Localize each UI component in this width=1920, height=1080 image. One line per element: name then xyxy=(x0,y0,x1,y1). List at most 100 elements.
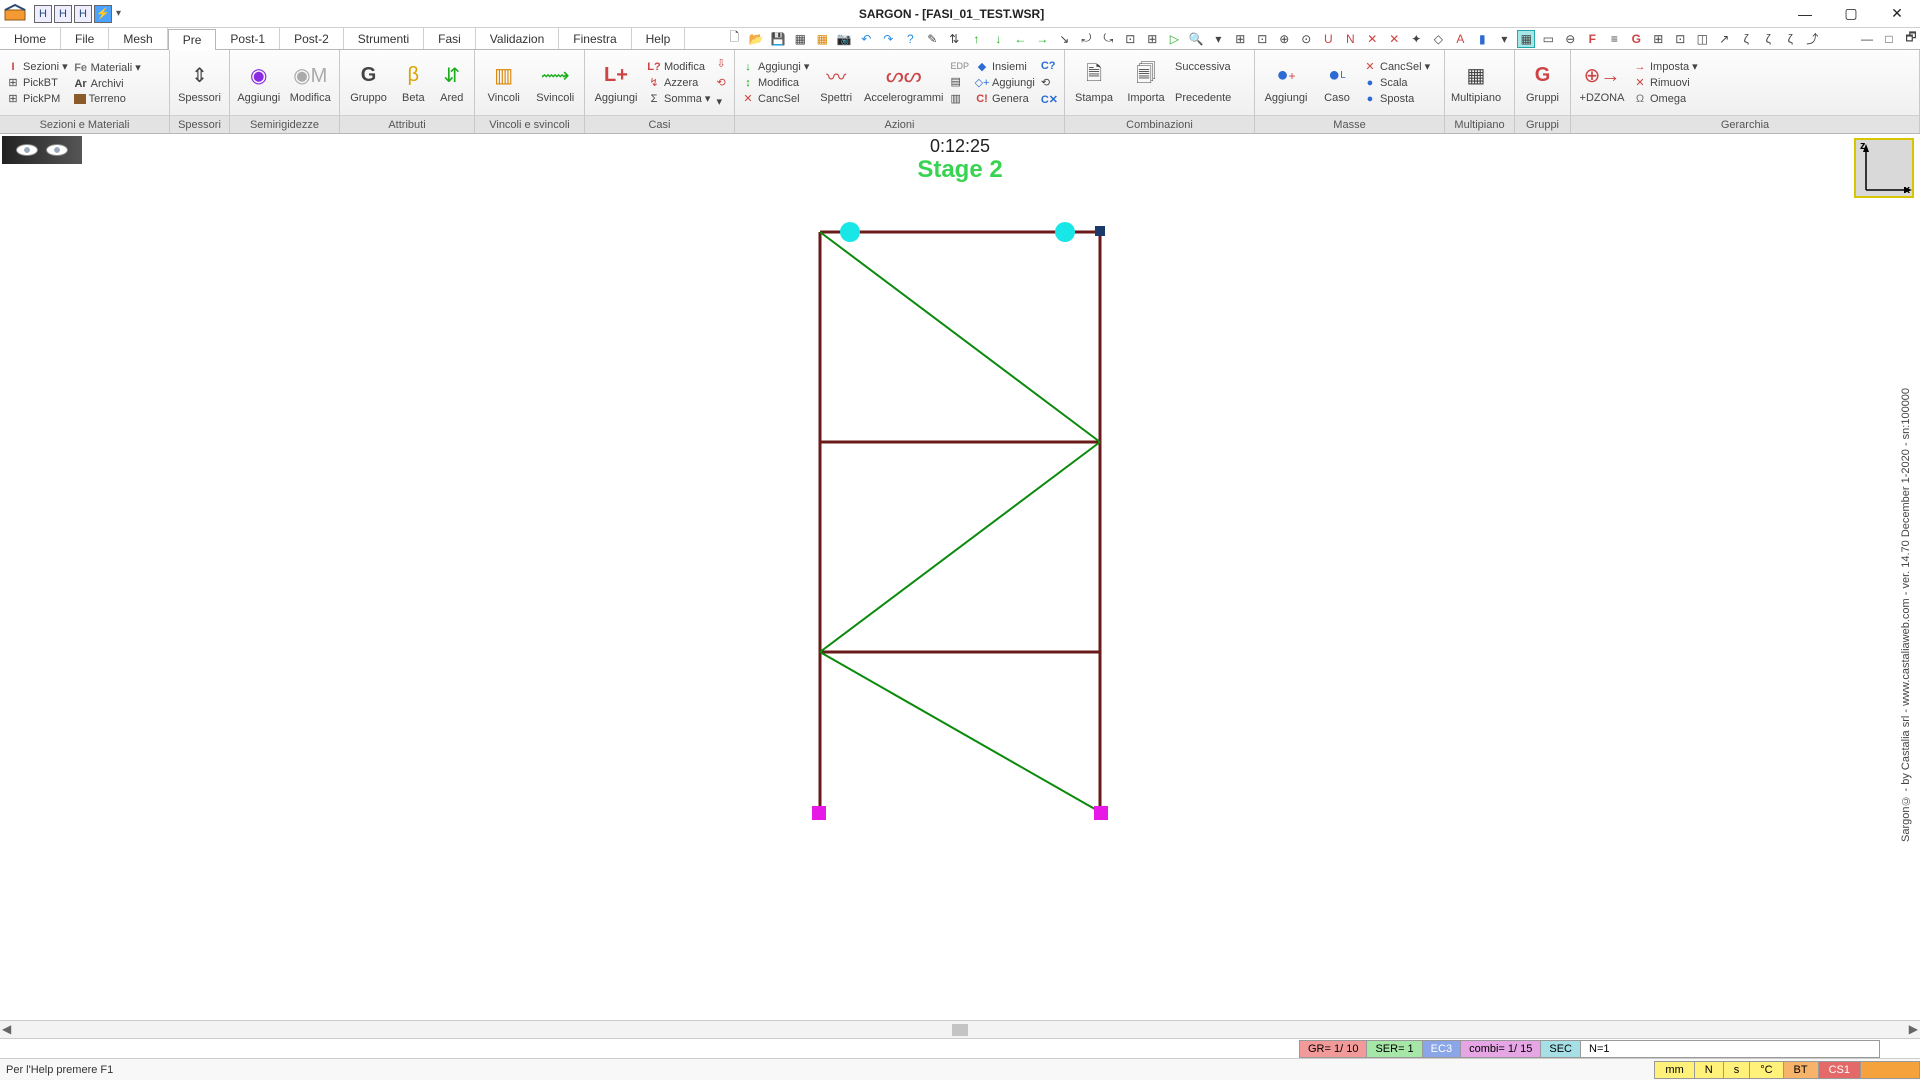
unit-s[interactable]: s xyxy=(1723,1061,1751,1079)
tb-down-icon[interactable]: ↓ xyxy=(989,30,1007,48)
accelerogrammi-button[interactable]: ᔕᔕAccelerogrammi xyxy=(863,52,944,113)
masse-caso-button[interactable]: ●LCaso xyxy=(1317,52,1357,113)
tb-diamond-icon[interactable]: ◇ xyxy=(1429,30,1447,48)
tb-n-icon[interactable]: N xyxy=(1341,30,1359,48)
casi-modifica-button[interactable]: L?Modifica xyxy=(647,60,710,74)
maximize-button[interactable]: ▢ xyxy=(1828,0,1874,28)
casi-extra3-icon[interactable]: ▾ xyxy=(716,95,725,108)
tb-curve-icon[interactable]: ⤴ xyxy=(1803,30,1821,48)
tb-z1-icon[interactable]: ζ xyxy=(1737,30,1755,48)
mdi-restore-icon[interactable]: □ xyxy=(1880,30,1898,48)
tb-rotcw-icon[interactable]: ⤿ xyxy=(1099,30,1117,48)
unit-n[interactable]: N xyxy=(1694,1061,1724,1079)
tb-z3-icon[interactable]: ζ xyxy=(1781,30,1799,48)
qat-btn-1[interactable]: H xyxy=(34,5,52,23)
tab-post2[interactable]: Post-2 xyxy=(280,28,344,49)
dzona-button[interactable]: ⊕→+DZONA xyxy=(1577,52,1627,113)
close-button[interactable]: ✕ xyxy=(1874,0,1920,28)
genera-button[interactable]: C!Genera xyxy=(975,92,1035,106)
casi-extra1-icon[interactable]: ⇩ xyxy=(716,57,725,70)
scroll-right-icon[interactable]: ▶ xyxy=(1909,1022,1918,1036)
tb-play-icon[interactable]: ▷ xyxy=(1165,30,1183,48)
tab-strumenti[interactable]: Strumenti xyxy=(344,28,424,49)
tb-star-icon[interactable]: ✦ xyxy=(1407,30,1425,48)
scroll-thumb[interactable] xyxy=(952,1024,968,1036)
importa-button[interactable]: 🗐Importa xyxy=(1123,52,1169,113)
tb-zoom-icon[interactable]: 🔍 xyxy=(1187,30,1205,48)
tb-undo-icon[interactable]: ↶ xyxy=(857,30,875,48)
tb-save-icon[interactable]: 💾 xyxy=(769,30,787,48)
tb-z2-icon[interactable]: ζ xyxy=(1759,30,1777,48)
gruppo-button[interactable]: GGruppo xyxy=(346,52,391,113)
cq-icon[interactable]: C? xyxy=(1041,60,1058,72)
tb-grid3-icon[interactable]: ⊞ xyxy=(1649,30,1667,48)
tb-grid1-icon[interactable]: ▦ xyxy=(791,30,809,48)
unit-c[interactable]: °C xyxy=(1749,1061,1783,1079)
tb-grid4-icon[interactable]: ⊡ xyxy=(1671,30,1689,48)
masse-aggiungi-button[interactable]: ●+Aggiungi xyxy=(1261,52,1311,113)
tab-validazione[interactable]: Validazion xyxy=(476,28,559,49)
minimize-button[interactable]: — xyxy=(1782,0,1828,28)
canvas-area[interactable]: 0:12:25 Stage 2 z x Sargon© - by Castali… xyxy=(0,134,1920,1020)
tab-post1[interactable]: Post-1 xyxy=(216,28,280,49)
unit-cs1[interactable]: CS1 xyxy=(1818,1061,1861,1079)
imposta-button[interactable]: →Imposta ▾ xyxy=(1633,60,1698,74)
tab-pre[interactable]: Pre xyxy=(168,29,217,50)
tb-g-icon[interactable]: G xyxy=(1627,30,1645,48)
tab-mesh[interactable]: Mesh xyxy=(109,28,167,49)
qat-btn-4[interactable]: ⚡ xyxy=(94,5,112,23)
tb-split-icon[interactable]: ◫ xyxy=(1693,30,1711,48)
tb-zoom-more-icon[interactable]: ▾ xyxy=(1209,30,1227,48)
tb-f-icon[interactable]: F xyxy=(1583,30,1601,48)
tb-more2-icon[interactable]: ▾ xyxy=(1495,30,1513,48)
azioni-modifica-button[interactable]: ↕Modifica xyxy=(741,76,809,90)
tb-rotccw-icon[interactable]: ⤾ xyxy=(1077,30,1095,48)
tb-u-icon[interactable]: U xyxy=(1319,30,1337,48)
insiemi-button[interactable]: ◆Insiemi xyxy=(975,60,1035,74)
tb-redo-icon[interactable]: ↷ xyxy=(879,30,897,48)
materiali-button[interactable]: FeMateriali ▾ xyxy=(74,61,141,75)
tb-pencil-icon[interactable]: ✎ xyxy=(923,30,941,48)
unit-mm[interactable]: mm xyxy=(1654,1061,1694,1079)
tb-updown-icon[interactable]: ⇅ xyxy=(945,30,963,48)
semirig-aggiungi-button[interactable]: ◉Aggiungi xyxy=(236,52,282,113)
horizontal-scrollbar[interactable]: ◀ ▶ xyxy=(0,1020,1920,1038)
azioni-aggiungi2-button[interactable]: ◇+Aggiungi xyxy=(975,76,1035,90)
terreno-button[interactable]: Terreno xyxy=(74,93,141,105)
mdi-min-icon[interactable]: — xyxy=(1858,30,1876,48)
mdi-close-icon[interactable]: 🗗 xyxy=(1902,30,1920,48)
tb-a-icon[interactable]: A xyxy=(1451,30,1469,48)
tb-sel2-icon[interactable]: ⊡ xyxy=(1253,30,1271,48)
gruppi-button[interactable]: GGruppi xyxy=(1521,52,1564,113)
vincoli-button[interactable]: ▥Vincoli xyxy=(481,52,527,113)
tb-x2-icon[interactable]: ✕ xyxy=(1385,30,1403,48)
masse-scala-button[interactable]: ●Scala xyxy=(1363,76,1430,90)
tab-fasi[interactable]: Fasi xyxy=(424,28,476,49)
ared-button[interactable]: ⇵Ared xyxy=(436,52,468,113)
tab-file[interactable]: File xyxy=(61,28,109,49)
azioni-cancsel-button[interactable]: ✕CancSel xyxy=(741,92,809,106)
scroll-left-icon[interactable]: ◀ xyxy=(2,1022,11,1036)
multipiano-button[interactable]: ▦Multipiano xyxy=(1451,52,1501,113)
status-combi[interactable]: combi= 1/ 15 xyxy=(1460,1040,1541,1058)
masse-cancsel-button[interactable]: ✕CancSel ▾ xyxy=(1363,60,1430,74)
casi-extra2-icon[interactable]: ⟲ xyxy=(716,76,725,89)
edp-icon1[interactable]: ▤ xyxy=(950,75,969,88)
rimuovi-button[interactable]: ✕Rimuovi xyxy=(1633,76,1698,90)
tb-x1-icon[interactable]: ✕ xyxy=(1363,30,1381,48)
status-gr[interactable]: GR= 1/ 10 xyxy=(1299,1040,1367,1058)
tb-fit1-icon[interactable]: ⊡ xyxy=(1121,30,1139,48)
tb-lines-icon[interactable]: ≡ xyxy=(1605,30,1623,48)
tb-up-icon[interactable]: ↑ xyxy=(967,30,985,48)
beta-button[interactable]: βBeta xyxy=(397,52,429,113)
status-ec3[interactable]: EC3 xyxy=(1422,1040,1461,1058)
tab-home[interactable]: Home xyxy=(0,28,61,49)
tb-sel1-icon[interactable]: ⊞ xyxy=(1231,30,1249,48)
omega-button[interactable]: ΩOmega xyxy=(1633,92,1698,106)
c-link-icon[interactable]: ⟲ xyxy=(1041,76,1058,89)
tb-sel3-icon[interactable]: ⊕ xyxy=(1275,30,1293,48)
cx-icon[interactable]: C✕ xyxy=(1041,93,1058,106)
semirig-modifica-button[interactable]: ◉MModifica xyxy=(288,52,334,113)
sezioni-button[interactable]: ISezioni ▾ xyxy=(6,60,68,74)
tb-open-icon[interactable]: 📂 xyxy=(747,30,765,48)
